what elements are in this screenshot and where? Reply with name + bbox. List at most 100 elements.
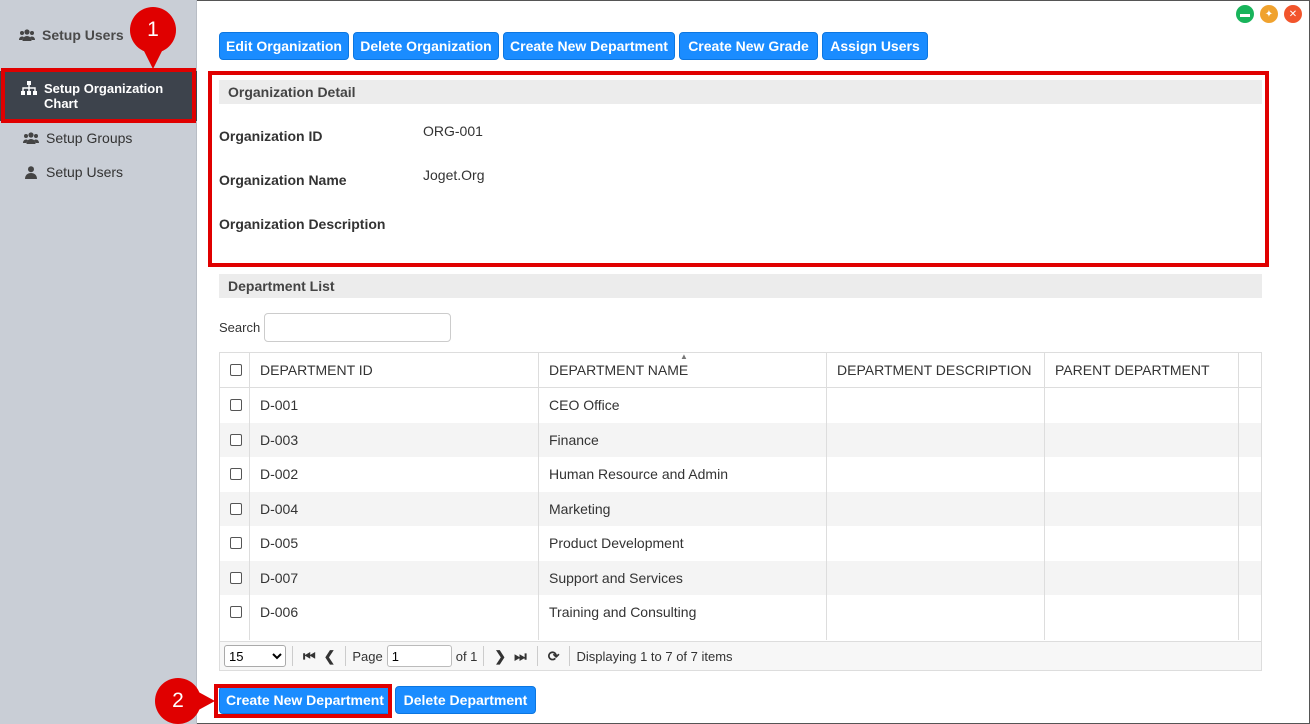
- cell-spacer: [1239, 423, 1261, 458]
- edit-organization-button[interactable]: Edit Organization: [219, 32, 349, 60]
- cell-department-name: CEO Office: [539, 388, 827, 423]
- page-size-select[interactable]: 15: [224, 645, 286, 667]
- cell-department-id: D-006: [250, 595, 539, 630]
- minimize-icon[interactable]: ▬: [1236, 5, 1254, 23]
- pagination-bar: 15 ⏮ ❮ Page of 1 ❯ ⏭ ⟳ Displaying 1 to 7…: [219, 641, 1262, 671]
- cell-parent-department: [1045, 526, 1239, 561]
- cell-spacer: [1239, 388, 1261, 423]
- page-number-input[interactable]: [386, 645, 452, 667]
- table-row[interactable]: D-002 Human Resource and Admin: [220, 457, 1261, 492]
- cell-parent-department: [1045, 560, 1239, 595]
- cell-department-id: D-007: [250, 560, 539, 595]
- cell-spacer: [1239, 595, 1261, 630]
- highlight-organization-detail-box: [208, 71, 1269, 267]
- column-department-name[interactable]: DEPARTMENT NAME: [539, 353, 827, 387]
- step-badge-2: 2: [155, 678, 215, 724]
- cell-department-id: D-005: [250, 526, 539, 561]
- cell-department-name: Human Resource and Admin: [539, 457, 827, 492]
- divider: [345, 646, 347, 666]
- cell-department-description: [827, 491, 1045, 526]
- create-new-grade-button[interactable]: Create New Grade: [679, 32, 818, 60]
- column-spacer: [1239, 353, 1261, 387]
- table-row[interactable]: D-004 Marketing: [220, 491, 1261, 527]
- cell-department-description: [827, 595, 1045, 630]
- first-page-icon[interactable]: ⏮: [303, 648, 316, 665]
- filler-cell: [539, 629, 827, 640]
- cell-department-id: D-002: [250, 457, 539, 492]
- row-checkbox[interactable]: [230, 433, 242, 446]
- prev-page-icon[interactable]: ❮: [324, 648, 336, 665]
- cell-department-id: D-004: [250, 491, 539, 526]
- row-checkbox-cell: [220, 457, 250, 492]
- display-info: Displaying 1 to 7 of 7 items: [576, 648, 733, 664]
- table-row[interactable]: D-007 Support and Services: [220, 560, 1261, 596]
- assign-users-button[interactable]: Assign Users: [822, 32, 928, 60]
- search-label: Search: [219, 320, 261, 335]
- filler-cell: [827, 629, 1045, 640]
- cell-parent-department: [1045, 422, 1239, 457]
- cell-department-description: [827, 457, 1045, 492]
- table-row[interactable]: D-005 Product Development: [220, 526, 1261, 561]
- filler-cell: [1045, 629, 1239, 640]
- divider: [569, 646, 571, 666]
- cell-department-description: [827, 388, 1045, 423]
- select-all-checkbox[interactable]: [230, 364, 242, 376]
- sidebar-item-label: Setup Users: [46, 164, 124, 180]
- column-department-description[interactable]: DEPARTMENT DESCRIPTION: [827, 353, 1045, 387]
- sidebar-header-label: Setup Users: [42, 27, 124, 43]
- row-checkbox[interactable]: [230, 399, 242, 412]
- row-checkbox-cell: [220, 560, 250, 595]
- cell-department-description: [827, 560, 1045, 595]
- sidebar-item-label: Setup Groups: [46, 130, 133, 146]
- row-checkbox[interactable]: [230, 502, 242, 515]
- select-all-checkbox-cell: [220, 353, 250, 387]
- cell-parent-department: [1045, 457, 1239, 492]
- cell-department-id: D-001: [250, 388, 539, 423]
- divider: [536, 646, 538, 666]
- cell-department-description: [827, 526, 1045, 561]
- filler-cell: [250, 629, 539, 640]
- department-table: DEPARTMENT ID DEPARTMENT NAME DEPARTMENT…: [219, 352, 1262, 649]
- table-row[interactable]: D-006 Training and Consulting: [220, 595, 1261, 630]
- row-checkbox-cell: [220, 422, 250, 457]
- row-checkbox-cell: [220, 595, 250, 630]
- delete-organization-button[interactable]: Delete Organization: [353, 32, 499, 60]
- cell-parent-department: [1045, 491, 1239, 526]
- highlight-create-department-box: [214, 684, 392, 718]
- delete-department-button[interactable]: Delete Department: [395, 686, 536, 714]
- cell-spacer: [1239, 492, 1261, 527]
- close-icon[interactable]: ✕: [1284, 5, 1302, 23]
- create-new-department-button[interactable]: Create New Department: [503, 32, 675, 60]
- page-of-label: of 1: [455, 648, 478, 664]
- column-parent-department[interactable]: PARENT DEPARTMENT: [1045, 353, 1239, 387]
- user-icon: [22, 165, 40, 179]
- row-checkbox[interactable]: [230, 537, 242, 550]
- search-input[interactable]: [264, 313, 451, 342]
- step-badge-1: 1: [130, 7, 176, 69]
- divider: [483, 646, 485, 666]
- refresh-icon[interactable]: ⟳: [548, 648, 560, 665]
- column-department-id[interactable]: DEPARTMENT ID: [250, 353, 539, 387]
- table-row[interactable]: D-001 CEO Office: [220, 388, 1261, 423]
- row-checkbox-cell: [220, 526, 250, 561]
- last-page-icon[interactable]: ⏭: [514, 648, 527, 665]
- pin-icon[interactable]: ✦: [1260, 5, 1278, 23]
- cell-spacer: [1239, 561, 1261, 596]
- filler-cell: [220, 629, 250, 640]
- row-checkbox-cell: [220, 388, 250, 423]
- department-list-heading: Department List: [219, 274, 1262, 298]
- sidebar-item-setup-users[interactable]: Setup Users: [0, 160, 197, 184]
- row-checkbox[interactable]: [230, 468, 242, 481]
- row-checkbox[interactable]: [230, 571, 242, 584]
- highlight-sidebar-box: [1, 68, 196, 123]
- cell-department-name: Marketing: [539, 491, 827, 526]
- sidebar-item-setup-groups[interactable]: Setup Groups: [0, 126, 197, 150]
- page-label: Page: [352, 648, 383, 664]
- table-row[interactable]: D-003 Finance: [220, 422, 1261, 458]
- users-icon: [18, 29, 36, 41]
- row-checkbox[interactable]: [230, 606, 242, 619]
- next-page-icon[interactable]: ❯: [494, 648, 506, 665]
- cell-parent-department: [1045, 388, 1239, 423]
- divider: [292, 646, 293, 666]
- cell-department-name: Finance: [539, 422, 827, 457]
